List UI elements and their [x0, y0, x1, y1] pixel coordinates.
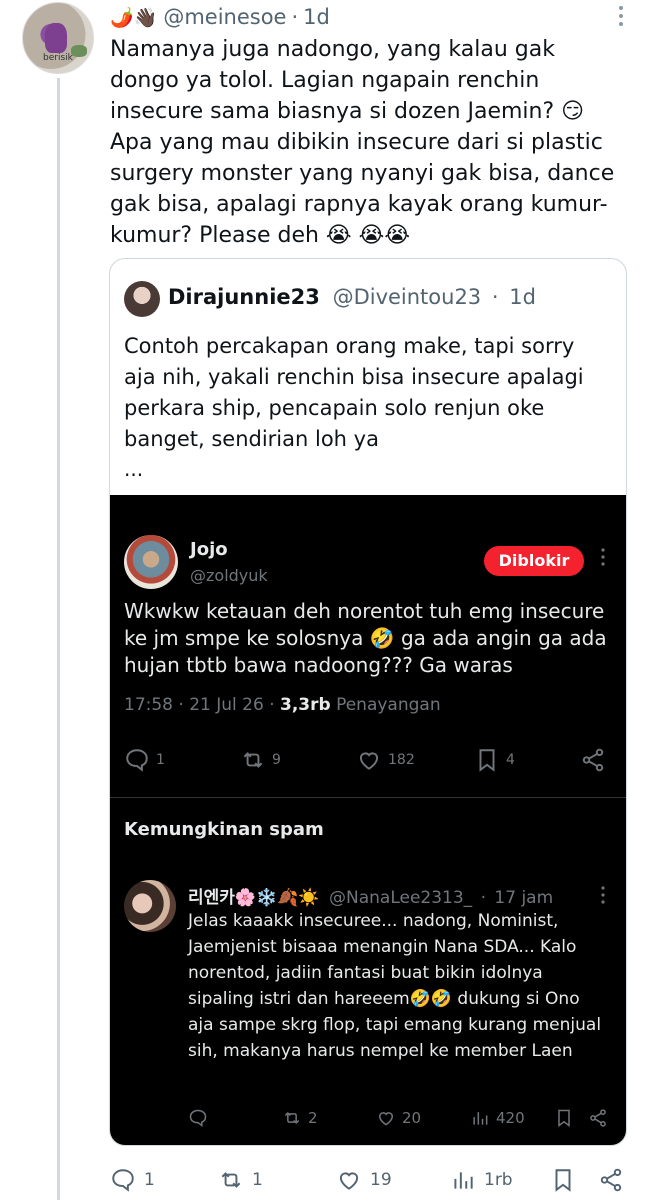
quote-author-handle[interactable]: @Diveintou23 — [333, 285, 482, 309]
retweet-count: 1 — [252, 1170, 263, 1190]
spam-section-label: Kemungkinan spam — [124, 819, 324, 840]
tweet-action-bar: 1 1 19 1rb — [110, 1164, 630, 1196]
embedded-share — [580, 745, 612, 775]
tweet-text: Namanya juga nadongo, yang kalau gak don… — [110, 37, 615, 248]
reply-icon — [110, 1167, 144, 1193]
blocked-button: Diblokir — [484, 546, 584, 576]
embedded-reply-bookmark — [554, 1106, 580, 1130]
tweet-header: 🌶️👋🏿 @meinesoe · 1d — [110, 4, 330, 30]
views-count: 1rb — [484, 1170, 513, 1190]
embedded-author-name: Jojo — [190, 539, 228, 560]
embedded-reply-action-bar: 2 20 420 — [188, 1106, 608, 1130]
embedded-reply-retweet-count: 2 — [308, 1109, 318, 1127]
reply-icon — [124, 747, 156, 773]
embedded-reply-share — [588, 1106, 614, 1130]
quote-ellipsis: ... — [124, 457, 144, 481]
tweet-page: berisik 🌶️👋🏿 @meinesoe · 1d Namanya juga… — [0, 0, 649, 1200]
embedded-bookmark: 4 — [474, 745, 515, 775]
embedded-post-text: Wkwkw ketauan deh norentot tuh emg insec… — [124, 599, 607, 677]
embedded-post-meta: 17:58 · 21 Jul 26 · 3,3rb Penayangan — [124, 695, 441, 715]
heart-icon — [336, 1167, 370, 1193]
embedded-author-avatar — [124, 535, 178, 589]
header-separator: · — [291, 5, 299, 29]
author-avatar[interactable]: berisik — [22, 2, 94, 74]
views-button[interactable]: 1rb — [450, 1164, 513, 1196]
embedded-reply-more-icon — [600, 885, 606, 905]
embedded-like: 182 — [356, 745, 415, 775]
embedded-reply-like-count: 20 — [402, 1109, 422, 1127]
quote-text: Contoh percakapan orang make, tapi sorry… — [124, 334, 584, 451]
heart-icon — [376, 1108, 402, 1128]
embedded-reply-views: 420 — [470, 1106, 525, 1130]
embedded-author-handle: @zoldyuk — [190, 566, 268, 585]
embedded-action-bar: 1 9 182 4 — [124, 745, 614, 775]
embedded-retweet: 9 — [240, 745, 281, 775]
embedded-reply: 1 — [124, 745, 165, 775]
quoted-tweet-card[interactable]: Dirajunnie23 @Diveintou23 · 1d Contoh pe… — [109, 258, 627, 1146]
embedded-reply-separator: · — [480, 888, 486, 908]
bookmark-button[interactable] — [550, 1164, 584, 1196]
embedded-reply-views-count: 420 — [496, 1109, 525, 1127]
embedded-reply-time: 17 jam — [494, 888, 554, 908]
retweet-button[interactable]: 1 — [218, 1164, 263, 1196]
embedded-like-count: 182 — [388, 752, 415, 768]
share-icon — [588, 1108, 614, 1128]
embedded-reply-text: Jelas kaaakk insecuree... nadong, Nomini… — [188, 911, 602, 1061]
embedded-reply-avatar — [124, 880, 176, 932]
quote-header: Dirajunnie23 @Diveintou23 · 1d — [168, 285, 536, 309]
embedded-post-time: 17:58 · 21 Jul 26 · — [124, 695, 275, 715]
share-icon — [598, 1167, 632, 1193]
like-button[interactable]: 19 — [336, 1164, 392, 1196]
embedded-divider — [110, 797, 626, 798]
avatar-plant — [71, 45, 87, 57]
embedded-views-label: Penayangan — [336, 695, 441, 715]
embedded-reply-name: 리엔카🌸❄️🍂☀️ — [188, 888, 320, 908]
thread-line — [57, 78, 60, 1200]
more-options-icon[interactable] — [617, 4, 625, 28]
author-display-name[interactable]: 🌶️👋🏿 — [110, 6, 157, 29]
reply-icon — [188, 1108, 214, 1128]
bookmark-icon — [474, 747, 506, 773]
embedded-reply-count: 1 — [156, 752, 165, 768]
quote-author-avatar[interactable] — [124, 281, 160, 317]
quote-time: 1d — [509, 285, 536, 309]
embedded-reply-handle: @NanaLee2313_ — [329, 888, 473, 908]
embedded-screenshot[interactable]: Jojo @zoldyuk Diblokir Wkwkw ketauan deh… — [110, 495, 626, 1145]
embedded-retweet-count: 9 — [272, 752, 281, 768]
retweet-icon — [240, 747, 272, 773]
avatar-figure — [45, 23, 67, 53]
heart-icon — [356, 747, 388, 773]
author-handle[interactable]: @meinesoe — [163, 5, 286, 29]
retweet-icon — [218, 1167, 252, 1193]
share-icon — [580, 747, 612, 773]
avatar-text: berisik — [43, 53, 73, 63]
retweet-icon — [282, 1108, 308, 1128]
embedded-reply-header: 리엔카🌸❄️🍂☀️ @NanaLee2313_ · 17 jam — [188, 883, 553, 908]
embedded-reply-like: 20 — [376, 1106, 421, 1130]
embedded-views-count: 3,3rb — [280, 695, 331, 715]
reply-count: 1 — [144, 1170, 155, 1190]
embedded-bookmark-count: 4 — [506, 752, 515, 768]
embedded-more-icon — [600, 547, 606, 571]
embedded-reply-retweet: 2 — [282, 1106, 318, 1130]
bookmark-icon — [554, 1108, 580, 1128]
reply-button[interactable]: 1 — [110, 1164, 155, 1196]
bookmark-icon — [550, 1167, 584, 1193]
views-icon — [470, 1108, 496, 1128]
tweet-time[interactable]: 1d — [303, 5, 330, 29]
embedded-reply-reply — [188, 1106, 214, 1130]
quote-author-name[interactable]: Dirajunnie23 — [168, 285, 320, 309]
views-icon — [450, 1167, 484, 1193]
quote-separator: · — [491, 285, 499, 309]
like-count: 19 — [370, 1170, 392, 1190]
share-button[interactable] — [598, 1164, 632, 1196]
